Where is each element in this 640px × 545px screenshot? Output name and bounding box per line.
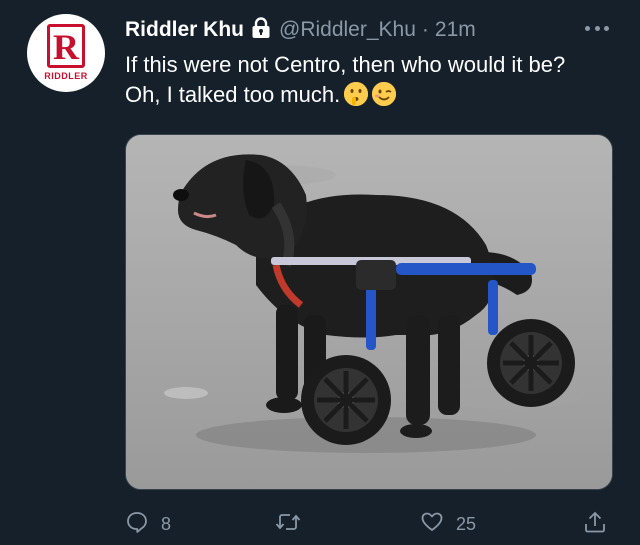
retweet-icon bbox=[275, 510, 301, 539]
retweet-button[interactable] bbox=[275, 510, 313, 539]
display-name[interactable]: Riddler Khu bbox=[125, 18, 244, 42]
tweet-timestamp[interactable]: 21m bbox=[435, 18, 476, 42]
riddler-logo-letter: R bbox=[53, 27, 79, 67]
user-handle[interactable]: @Riddler_Khu bbox=[279, 18, 416, 42]
tweet-text-line-2: Oh, I talked too much. bbox=[125, 80, 625, 110]
profile-avatar[interactable]: R RIDDLER bbox=[27, 14, 105, 92]
tweet-header: Riddler Khu @Riddler_Khu · 21m bbox=[125, 16, 476, 44]
like-count: 25 bbox=[456, 514, 477, 534]
tweet-action-bar: 8 25 bbox=[125, 510, 615, 538]
tweet-media-image[interactable] bbox=[125, 134, 613, 490]
heart-icon bbox=[420, 510, 444, 539]
share-button[interactable] bbox=[583, 510, 607, 539]
lock-icon bbox=[251, 16, 271, 44]
more-options-icon[interactable] bbox=[585, 20, 609, 36]
dog-wheelchair-photo bbox=[126, 135, 612, 489]
reply-icon bbox=[125, 510, 149, 539]
reply-count: 8 bbox=[161, 514, 172, 534]
tweet-text: If this were not Centro, then who would … bbox=[125, 50, 625, 110]
riddler-logo: R bbox=[47, 24, 85, 68]
share-icon bbox=[583, 510, 607, 539]
winking-face-icon bbox=[372, 82, 397, 106]
header-separator: · bbox=[421, 18, 429, 41]
tweet-text-line-2-text: Oh, I talked too much. bbox=[125, 82, 341, 107]
riddler-logo-text: RIDDLER bbox=[44, 71, 88, 81]
tweet-text-line-1: If this were not Centro, then who would … bbox=[125, 52, 566, 77]
reply-button[interactable]: 8 bbox=[125, 510, 171, 539]
like-button[interactable]: 25 bbox=[420, 510, 476, 539]
shushing-face-icon bbox=[344, 82, 369, 106]
